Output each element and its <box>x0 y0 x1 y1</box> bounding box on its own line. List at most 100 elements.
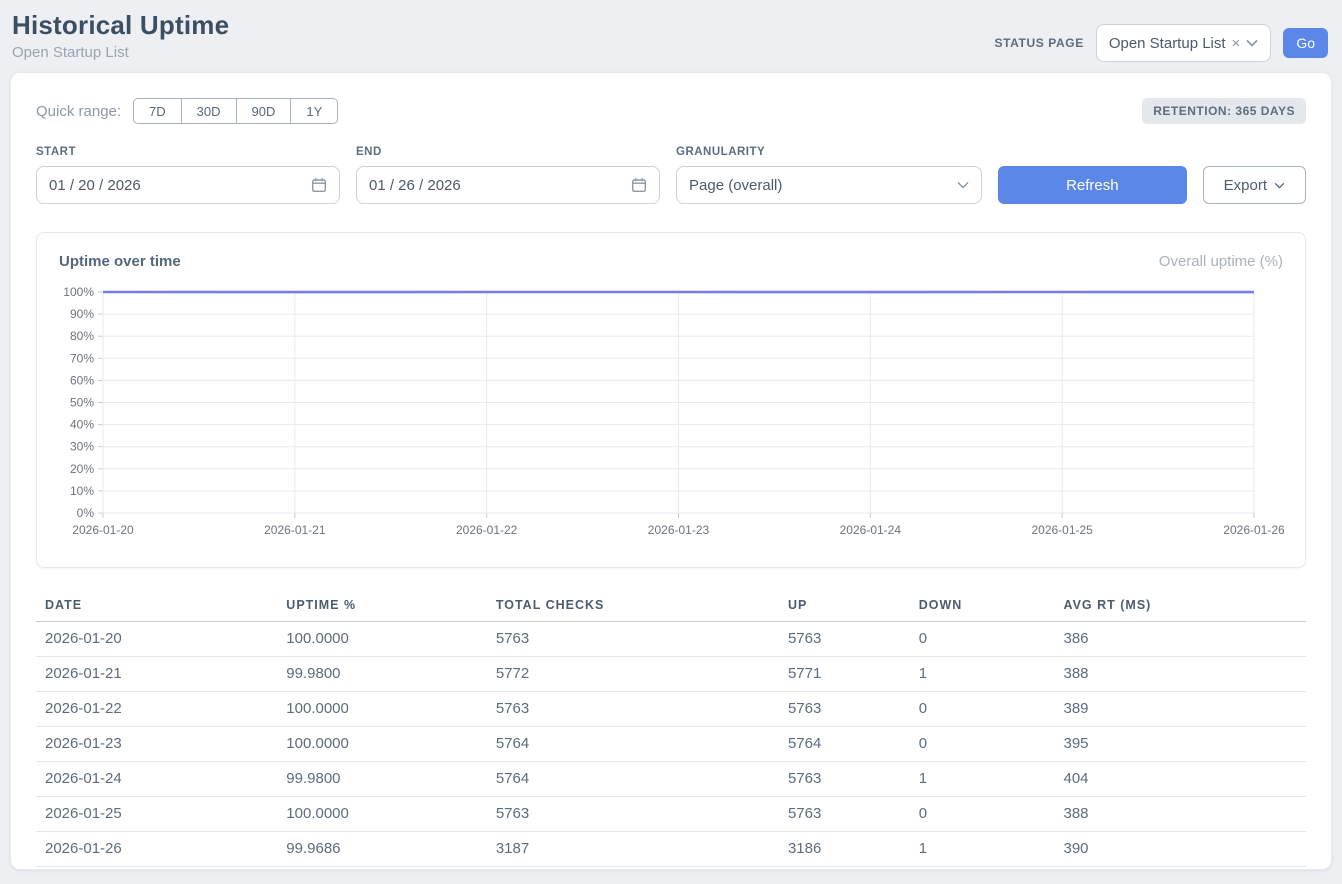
table-cell: 1 <box>910 832 1055 867</box>
table-cell: 100.0000 <box>277 727 487 762</box>
column-header: AVG RT (MS) <box>1055 590 1307 622</box>
start-date-input[interactable]: 01 / 20 / 2026 <box>36 166 340 204</box>
column-header: DOWN <box>910 590 1055 622</box>
y-axis-label: 70% <box>70 351 94 365</box>
start-date-value: 01 / 20 / 2026 <box>49 177 141 194</box>
table-cell: 5772 <box>487 657 779 692</box>
granularity-value: Page (overall) <box>689 177 782 194</box>
main-card: Quick range: 7D30D90D1Y RETENTION: 365 D… <box>10 72 1332 870</box>
table-cell: 5763 <box>779 762 910 797</box>
table-cell: 100.0000 <box>277 797 487 832</box>
y-axis-label: 10% <box>70 484 94 498</box>
filter-form-row: START 01 / 20 / 2026 END 01 / 26 / 2026 … <box>36 146 1306 204</box>
x-axis-label: 2026-01-24 <box>840 523 902 537</box>
table-cell: 99.9686 <box>277 832 487 867</box>
table-cell: 5771 <box>779 657 910 692</box>
x-axis-label: 2026-01-20 <box>72 523 134 537</box>
y-axis-label: 80% <box>70 329 94 343</box>
table-cell: 2026-01-24 <box>36 762 277 797</box>
quick-range-30d-button[interactable]: 30D <box>182 98 237 124</box>
chevron-down-icon <box>1274 182 1285 189</box>
table-cell: 5763 <box>779 622 910 657</box>
y-axis-label: 0% <box>77 506 95 520</box>
y-axis-label: 20% <box>70 462 94 476</box>
x-axis-label: 2026-01-21 <box>264 523 326 537</box>
y-axis-label: 60% <box>70 373 94 387</box>
table-row: 2026-01-20100.0000576357630386 <box>36 622 1306 657</box>
retention-badge: RETENTION: 365 DAYS <box>1142 98 1306 124</box>
table-cell: 5763 <box>779 797 910 832</box>
page-subtitle: Open Startup List <box>12 44 229 61</box>
table-cell: 5763 <box>487 622 779 657</box>
table-cell: 1 <box>910 762 1055 797</box>
table-row: 2026-01-2199.9800577257711388 <box>36 657 1306 692</box>
table-cell: 395 <box>1055 727 1307 762</box>
chart-plot: 0%10%20%30%40%50%60%70%80%90%100%2026-01… <box>59 282 1283 545</box>
table-row: 2026-01-23100.0000576457640395 <box>36 727 1306 762</box>
column-header: UP <box>779 590 910 622</box>
column-header: DATE <box>36 590 277 622</box>
table-cell: 404 <box>1055 762 1307 797</box>
table-cell: 2026-01-20 <box>36 622 277 657</box>
end-date-field: END 01 / 26 / 2026 <box>356 146 660 204</box>
uptime-table: DATEUPTIME %TOTAL CHECKSUPDOWNAVG RT (MS… <box>36 590 1306 867</box>
status-page-label: STATUS PAGE <box>995 36 1084 50</box>
table-cell: 5764 <box>779 727 910 762</box>
page-header: Historical Uptime Open Startup List STAT… <box>0 0 1342 62</box>
granularity-field: GRANULARITY Page (overall) <box>676 146 982 204</box>
table-cell: 390 <box>1055 832 1307 867</box>
status-page-select[interactable]: Open Startup List × <box>1096 24 1272 62</box>
table-header: DATEUPTIME %TOTAL CHECKSUPDOWNAVG RT (MS… <box>36 590 1306 622</box>
table-cell: 1 <box>910 657 1055 692</box>
table-cell: 99.9800 <box>277 657 487 692</box>
y-axis-label: 30% <box>70 440 94 454</box>
granularity-label: GRANULARITY <box>676 146 982 158</box>
quick-range-1y-button[interactable]: 1Y <box>291 98 338 124</box>
quick-range-row: Quick range: 7D30D90D1Y RETENTION: 365 D… <box>36 98 1306 124</box>
table-cell: 100.0000 <box>277 622 487 657</box>
x-axis-label: 2026-01-25 <box>1031 523 1093 537</box>
table-cell: 0 <box>910 622 1055 657</box>
table-cell: 2026-01-23 <box>36 727 277 762</box>
status-page-controls: STATUS PAGE Open Startup List × Go <box>995 24 1328 62</box>
clear-icon[interactable]: × <box>1232 35 1241 52</box>
table-cell: 5763 <box>779 692 910 727</box>
table-cell: 0 <box>910 692 1055 727</box>
table-cell: 2026-01-26 <box>36 832 277 867</box>
table-cell: 3187 <box>487 832 779 867</box>
column-header: TOTAL CHECKS <box>487 590 779 622</box>
uptime-chart-card: Uptime over time Overall uptime (%) 0% 10… <box>36 232 1306 568</box>
end-date-input[interactable]: 01 / 26 / 2026 <box>356 166 660 204</box>
export-button-label: Export <box>1224 177 1267 194</box>
quick-range-label: Quick range: <box>36 103 121 120</box>
y-axis-label: 90% <box>70 307 94 321</box>
quick-range-90d-button[interactable]: 90D <box>237 98 292 124</box>
chevron-down-icon <box>1246 39 1258 47</box>
granularity-select[interactable]: Page (overall) <box>676 166 982 204</box>
table-cell: 389 <box>1055 692 1307 727</box>
y-axis-label: 40% <box>70 418 94 432</box>
table-row: 2026-01-2699.9686318731861390 <box>36 832 1306 867</box>
table-cell: 99.9800 <box>277 762 487 797</box>
calendar-icon[interactable] <box>311 177 327 193</box>
export-button[interactable]: Export <box>1203 166 1306 204</box>
quick-range-group: 7D30D90D1Y <box>133 98 338 124</box>
start-date-field: START 01 / 20 / 2026 <box>36 146 340 204</box>
table-cell: 386 <box>1055 622 1307 657</box>
uptime-chart-svg: 0%10%20%30%40%50%60%70%80%90%100%2026-01… <box>59 282 1288 540</box>
chevron-down-icon <box>957 181 969 189</box>
go-button[interactable]: Go <box>1283 28 1328 58</box>
table-cell: 388 <box>1055 797 1307 832</box>
quick-range-7d-button[interactable]: 7D <box>133 98 182 124</box>
column-header: UPTIME % <box>277 590 487 622</box>
y-axis-label: 50% <box>70 396 94 410</box>
table-row: 2026-01-22100.0000576357630389 <box>36 692 1306 727</box>
chart-title: Uptime over time <box>59 253 181 270</box>
table-cell: 2026-01-22 <box>36 692 277 727</box>
table-cell: 5763 <box>487 692 779 727</box>
table-cell: 100.0000 <box>277 692 487 727</box>
table-row: 2026-01-25100.0000576357630388 <box>36 797 1306 832</box>
calendar-icon[interactable] <box>631 177 647 193</box>
chart-header: Uptime over time Overall uptime (%) <box>59 253 1283 270</box>
refresh-button[interactable]: Refresh <box>998 166 1187 204</box>
